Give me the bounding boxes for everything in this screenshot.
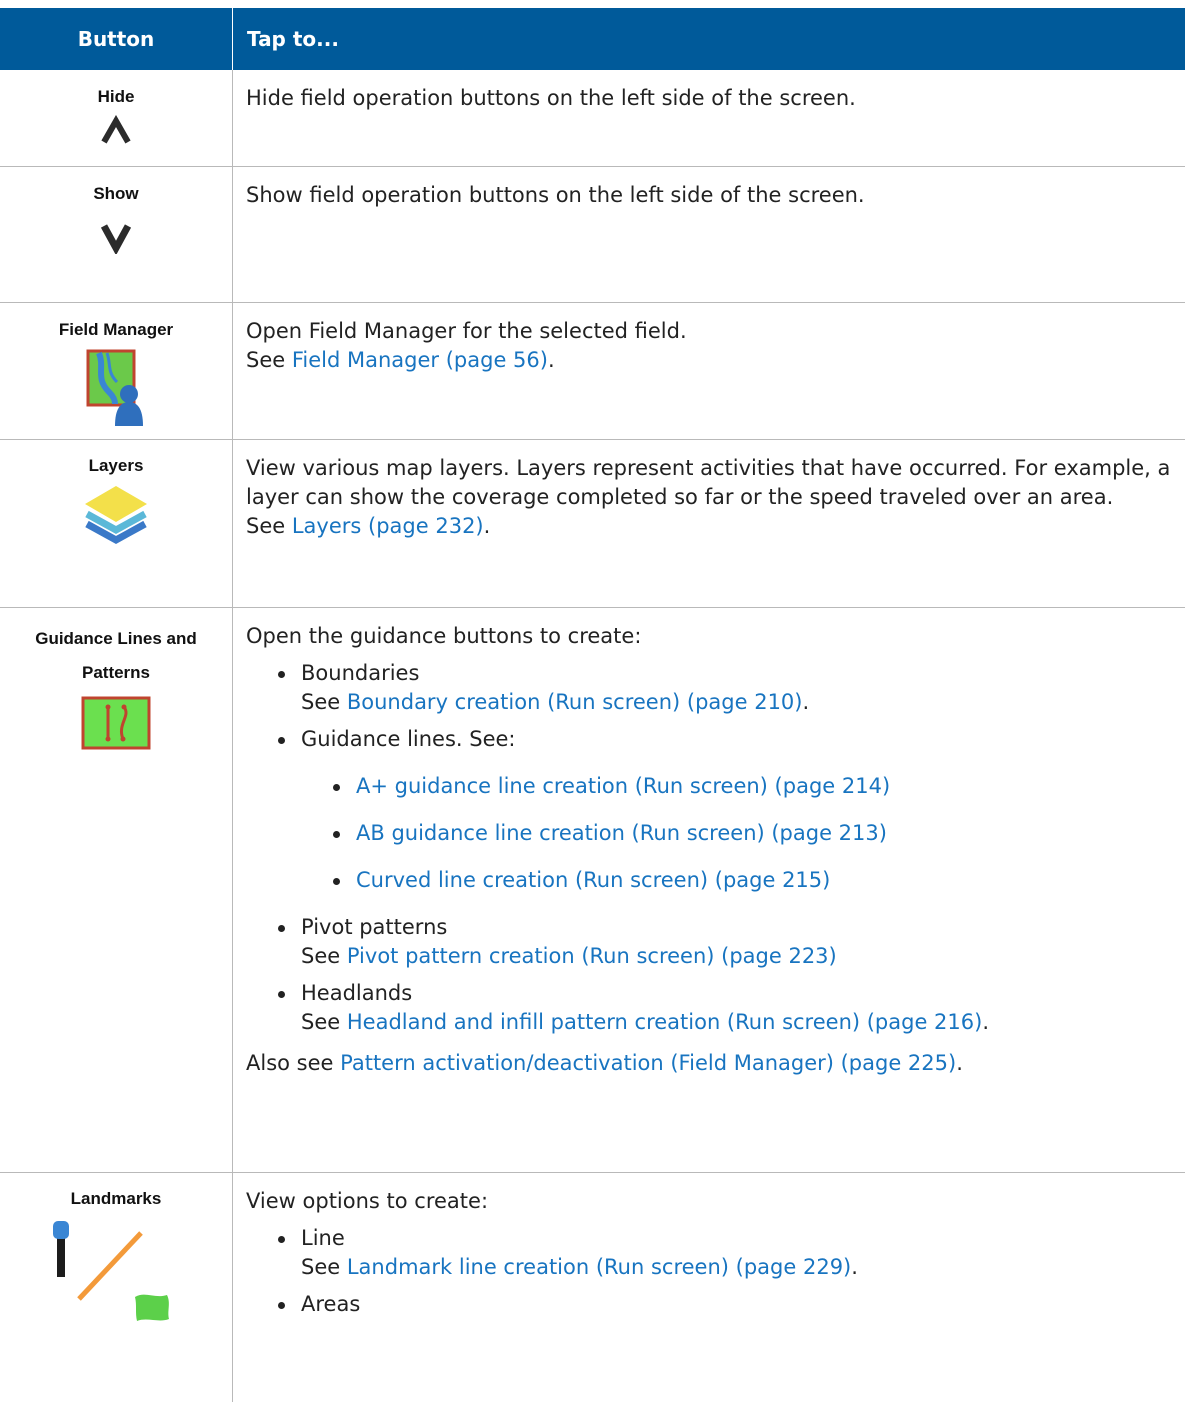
intro-text: View options to create: [246, 1188, 489, 1213]
guidance-patterns-icon[interactable] [81, 696, 151, 750]
landmark-line-link[interactable]: Landmark line creation (Run screen) (pag… [347, 1255, 851, 1279]
description-cell: View options to create: Line See Landmar… [233, 1172, 1185, 1402]
list-item: Boundaries See Boundary creation (Run sc… [246, 659, 1185, 717]
see-prefix: See [246, 347, 292, 372]
description-cell: Show field operation buttons on the left… [232, 166, 1185, 303]
table-row-hide: Hide Hide field operation buttons on the… [0, 70, 1185, 167]
see-prefix: See [301, 943, 347, 968]
pivot-pattern-link[interactable]: Pivot pattern creation (Run screen) (pag… [347, 944, 837, 968]
table-row-guidance: Guidance Lines and Patterns Open the gui… [0, 607, 1185, 1173]
button-cell: Guidance Lines and Patterns [0, 607, 233, 1173]
intro-text: Open the guidance buttons to create: [246, 623, 642, 648]
description-text: Show field operation buttons on the left… [246, 182, 865, 207]
list-item: Areas [246, 1290, 1185, 1319]
a-plus-guidance-link[interactable]: A+ guidance line creation (Run screen) (… [356, 774, 890, 798]
see-also-line: See Layers (page 232). [246, 512, 1185, 541]
description-text: View various map layers. Layers represen… [246, 455, 1171, 509]
description-cell: Open the guidance buttons to create: Bou… [232, 607, 1185, 1173]
chevron-down-icon[interactable] [96, 220, 136, 254]
button-name: Landmarks [70, 1188, 162, 1208]
see-also-line: See Landmark line creation (Run screen) … [301, 1253, 1185, 1282]
list-item-label: Areas [301, 1291, 361, 1316]
list-item-label: Guidance lines. See: [301, 726, 516, 751]
button-cell: Layers [0, 439, 233, 608]
field-manager-icon[interactable] [85, 348, 147, 428]
header-button: Button [0, 8, 233, 70]
list-item: Line See Landmark line creation (Run scr… [246, 1224, 1185, 1282]
period: . [982, 1009, 990, 1034]
list-item: AB guidance line creation (Run screen) (… [246, 819, 1185, 848]
landmarks-icon[interactable] [51, 1219, 181, 1329]
see-also-line: See Pivot pattern creation (Run screen) … [301, 942, 1185, 971]
ab-guidance-link[interactable]: AB guidance line creation (Run screen) (… [356, 821, 887, 845]
button-name: Field Manager [58, 319, 174, 339]
period: . [956, 1050, 963, 1075]
see-prefix: See [301, 1254, 347, 1279]
table-row-landmarks: Landmarks View options to create: Line S… [0, 1172, 1185, 1402]
layers-icon[interactable] [79, 484, 153, 550]
see-also-line: See Headland and infill pattern creation… [301, 1008, 1185, 1037]
list-item-label: Pivot patterns [301, 914, 448, 939]
table-row-show: Show Show field operation buttons on the… [0, 166, 1185, 303]
pattern-activation-link[interactable]: Pattern activation/deactivation (Field M… [340, 1051, 956, 1075]
button-cell: Show [0, 166, 233, 303]
list-item: Guidance lines. See: [246, 725, 1185, 754]
list-item: Headlands See Headland and infill patter… [246, 979, 1185, 1037]
headland-pattern-link[interactable]: Headland and infill pattern creation (Ru… [347, 1010, 982, 1034]
layers-link[interactable]: Layers (page 232) [292, 514, 484, 538]
button-name: Guidance Lines and Patterns [35, 628, 197, 682]
button-cell: Field Manager [0, 302, 233, 440]
list-item-label: Headlands [301, 980, 413, 1005]
also-see-line: Also see Pattern activation/deactivation… [246, 1049, 1185, 1078]
header-row: Button Tap to... [0, 8, 1185, 70]
curved-line-link[interactable]: Curved line creation (Run screen) (page … [356, 868, 830, 892]
see-prefix: See [301, 1009, 347, 1034]
period: . [851, 1254, 858, 1279]
chevron-up-icon[interactable] [96, 115, 136, 145]
button-cell: Hide [0, 70, 233, 167]
button-cell: Landmarks [0, 1172, 233, 1402]
field-manager-link[interactable]: Field Manager (page 56) [292, 348, 548, 372]
description-cell: View various map layers. Layers represen… [232, 439, 1185, 608]
description-cell: Hide field operation buttons on the left… [232, 70, 1185, 167]
list-item: Pivot patterns See Pivot pattern creatio… [246, 913, 1185, 971]
description-cell: Open Field Manager for the selected fiel… [232, 302, 1185, 440]
description-text: Hide field operation buttons on the left… [246, 86, 856, 110]
list-item-label: Boundaries [301, 660, 420, 685]
guidance-list: Boundaries See Boundary creation (Run sc… [246, 659, 1185, 1037]
description-text: Open Field Manager for the selected fiel… [246, 318, 687, 343]
button-name: Layers [88, 455, 144, 475]
period: . [802, 689, 810, 714]
button-name: Hide [97, 87, 135, 106]
see-also-line: See Boundary creation (Run screen) (page… [301, 688, 1185, 717]
table-row-field-manager: Field Manager Open Field Manager for the… [0, 302, 1185, 440]
boundary-creation-link[interactable]: Boundary creation (Run screen) (page 210… [347, 690, 803, 714]
button-name: Show [93, 183, 139, 203]
period: . [483, 513, 491, 538]
period: . [547, 347, 555, 372]
list-item: Curved line creation (Run screen) (page … [246, 866, 1185, 895]
table-row-layers: Layers View various map layers. Layers r… [0, 439, 1185, 608]
list-item-label: Line [301, 1225, 345, 1250]
landmarks-list: Line See Landmark line creation (Run scr… [246, 1224, 1185, 1319]
list-item: A+ guidance line creation (Run screen) (… [246, 772, 1185, 801]
button-reference-table: Button Tap to... Hide Hide field operati… [0, 8, 1185, 1402]
also-see-prefix: Also see [246, 1050, 341, 1075]
see-also-line: See Field Manager (page 56). [246, 346, 1185, 375]
header-tap-to: Tap to... [232, 8, 1185, 70]
see-prefix: See [301, 689, 347, 714]
see-prefix: See [246, 513, 292, 538]
